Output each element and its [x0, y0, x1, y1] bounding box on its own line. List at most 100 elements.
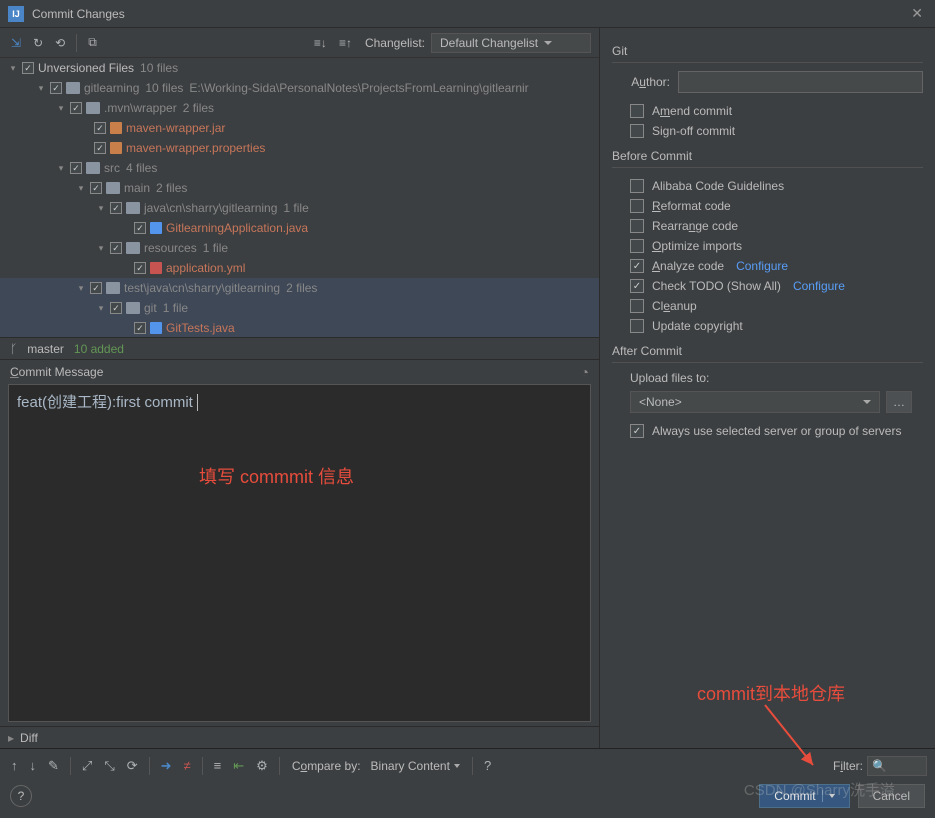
- folder-icon: [126, 202, 140, 214]
- apply-icon[interactable]: ⇤: [230, 756, 247, 776]
- alibaba-row[interactable]: Alibaba Code Guidelines: [612, 176, 923, 196]
- tree-row[interactable]: ▾git1 file: [0, 298, 599, 318]
- checkbox[interactable]: [94, 142, 106, 154]
- cancel-button[interactable]: Cancel: [858, 784, 925, 808]
- upload-combo[interactable]: <None>: [630, 391, 880, 413]
- tree-count: 1 file: [163, 301, 188, 315]
- rearrange-row[interactable]: Rearrange code: [612, 216, 923, 236]
- checkbox[interactable]: [94, 122, 106, 134]
- checkbox[interactable]: [110, 302, 122, 314]
- checkbox[interactable]: [630, 199, 644, 213]
- refresh-icon[interactable]: ↻: [30, 34, 46, 52]
- rollback-icon[interactable]: ⟲: [52, 34, 68, 52]
- compare-by-combo[interactable]: Binary Content: [367, 757, 464, 775]
- reformat-row[interactable]: Reformat code: [612, 196, 923, 216]
- cleanup-row[interactable]: Cleanup: [612, 296, 923, 316]
- checkbox[interactable]: [630, 239, 644, 253]
- tree-row[interactable]: maven-wrapper.jar: [0, 118, 599, 138]
- checkbox[interactable]: [630, 219, 644, 233]
- settings-icon[interactable]: ⚙: [253, 756, 271, 776]
- tree-label: main: [124, 181, 150, 195]
- expand-toggle[interactable]: ▾: [76, 283, 86, 294]
- refresh-icon[interactable]: ⟳: [124, 756, 141, 776]
- author-input[interactable]: [678, 71, 923, 93]
- tree-row[interactable]: ▾test\java\cn\sharry\gitlearning2 files: [0, 278, 599, 298]
- expand-icon[interactable]: ⤢: [79, 756, 95, 776]
- expand-toggle[interactable]: ▾: [56, 163, 66, 174]
- diff-header[interactable]: ▸ Diff: [0, 726, 599, 748]
- checkbox[interactable]: [22, 62, 34, 74]
- amend-checkbox[interactable]: [630, 104, 644, 118]
- show-diff-icon[interactable]: ⇲: [8, 34, 24, 52]
- expand-toggle[interactable]: ▾: [8, 63, 18, 74]
- checkbox[interactable]: [630, 299, 644, 313]
- checkbox[interactable]: [90, 182, 102, 194]
- help-icon[interactable]: ?: [481, 756, 494, 775]
- tree-row[interactable]: ▾.mvn\wrapper2 files: [0, 98, 599, 118]
- checkbox[interactable]: [70, 102, 82, 114]
- tree-row[interactable]: ▾main2 files: [0, 178, 599, 198]
- tree-label: .mvn\wrapper: [104, 101, 177, 115]
- commit-message-input[interactable]: feat(创建工程):first commit 填写 commmit 信息: [8, 384, 591, 722]
- close-button[interactable]: ✕: [907, 5, 927, 22]
- analyze-row[interactable]: Analyze codeConfigure: [612, 256, 923, 276]
- checkbox[interactable]: [630, 179, 644, 193]
- signoff-row[interactable]: Sign-off commit: [612, 121, 923, 141]
- expand-toggle[interactable]: ▾: [76, 183, 86, 194]
- group-by-icon[interactable]: ⧉: [85, 33, 100, 52]
- branch-added: 10 added: [74, 342, 124, 356]
- expand-toggle[interactable]: ▾: [96, 203, 106, 214]
- copyright-row[interactable]: Update copyright: [612, 316, 923, 336]
- highlight-icon[interactable]: ✎: [45, 756, 62, 776]
- collapse-icon[interactable]: ⤡: [101, 756, 117, 776]
- next-diff-icon[interactable]: ↓: [27, 756, 40, 775]
- checkbox[interactable]: [110, 242, 122, 254]
- checkbox[interactable]: [134, 262, 146, 274]
- expand-all-icon[interactable]: ≡↓: [311, 34, 330, 52]
- checkbox[interactable]: [70, 162, 82, 174]
- configure-link[interactable]: Configure: [736, 259, 788, 273]
- help-button[interactable]: ?: [10, 785, 32, 807]
- todo-row[interactable]: Check TODO (Show All)Configure: [612, 276, 923, 296]
- file-tree[interactable]: ▾ Unversioned Files 10 files ▾gitlearnin…: [0, 58, 599, 338]
- tree-row[interactable]: ▾java\cn\sharry\gitlearning1 file: [0, 198, 599, 218]
- whitespace-icon[interactable]: ≡: [211, 756, 225, 775]
- tree-row[interactable]: GitlearningApplication.java: [0, 218, 599, 238]
- checkbox[interactable]: [134, 222, 146, 234]
- tree-row[interactable]: application.yml: [0, 258, 599, 278]
- checkbox[interactable]: [90, 282, 102, 294]
- diff-label: Diff: [20, 731, 38, 745]
- tree-root[interactable]: ▾ Unversioned Files 10 files: [0, 58, 599, 78]
- commit-button[interactable]: Commit: [759, 784, 849, 808]
- upload-more-button[interactable]: …: [886, 391, 912, 413]
- optimize-row[interactable]: Optimize imports: [612, 236, 923, 256]
- checkbox[interactable]: [134, 322, 146, 334]
- changelist-combo[interactable]: Default Changelist: [431, 33, 591, 53]
- checkbox[interactable]: [630, 259, 644, 273]
- expand-toggle[interactable]: ▾: [56, 103, 66, 114]
- checkbox[interactable]: [50, 82, 62, 94]
- chevron-right-icon: ▸: [8, 731, 14, 745]
- expand-toggle[interactable]: ▾: [96, 303, 106, 314]
- accept-icon[interactable]: ➜: [158, 756, 175, 776]
- tree-row[interactable]: ▾gitlearning10 filesE:\Working-Sida\Pers…: [0, 78, 599, 98]
- configure-link[interactable]: Configure: [793, 279, 845, 293]
- always-use-row[interactable]: Always use selected server or group of s…: [630, 421, 923, 441]
- collapse-all-icon[interactable]: ≡↑: [336, 34, 355, 52]
- amend-commit-row[interactable]: Amend commit: [612, 101, 923, 121]
- signoff-checkbox[interactable]: [630, 124, 644, 138]
- tree-row[interactable]: ▾resources1 file: [0, 238, 599, 258]
- history-icon[interactable]: ◔: [581, 364, 589, 380]
- checkbox[interactable]: [630, 319, 644, 333]
- expand-toggle[interactable]: ▾: [36, 83, 46, 94]
- checkbox[interactable]: [630, 424, 644, 438]
- filter-input[interactable]: 🔍: [867, 756, 927, 776]
- tree-row[interactable]: ▾src4 files: [0, 158, 599, 178]
- tree-row[interactable]: maven-wrapper.properties: [0, 138, 599, 158]
- checkbox[interactable]: [110, 202, 122, 214]
- checkbox[interactable]: [630, 279, 644, 293]
- expand-toggle[interactable]: ▾: [96, 243, 106, 254]
- tree-row[interactable]: GitTests.java: [0, 318, 599, 338]
- prev-diff-icon[interactable]: ↑: [8, 756, 21, 775]
- reject-icon[interactable]: ≠: [181, 756, 194, 775]
